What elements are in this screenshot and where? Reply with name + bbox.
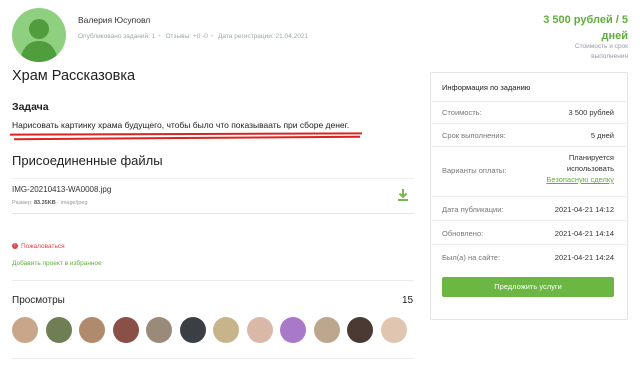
alert-icon: ! [12,243,18,250]
info-value-payment: Планируется использовать Безопасную сдел… [546,152,614,185]
user-stats: Опубликовано заданий: 1 • Отзывы: +0 -0 • … [78,33,309,40]
viewer-avatars [12,317,407,343]
viewer-avatar[interactable] [179,317,206,343]
file-meta: Размер: 83.35KB · image/jpeg [12,200,88,206]
info-label-last-seen: Был(а) на сайте: [442,253,501,262]
info-value-term: 5 дней [590,131,614,140]
red-underline-1 [9,132,363,136]
divider [432,123,626,124]
viewer-avatar[interactable] [12,317,38,343]
info-label-term: Срок выполнения: [442,131,506,140]
stat-value: 21.04.2021 [275,33,309,40]
info-label-payment: Варианты оплаты: [442,166,507,175]
offer-services-button[interactable]: Предложить услуги [442,277,614,297]
info-label-cost: Стоимость: [442,108,482,117]
viewer-avatar[interactable] [213,317,239,343]
viewer-avatar[interactable] [79,317,105,343]
safe-deal-link[interactable]: Безопасную сделку [546,174,614,185]
divider [432,220,626,221]
viewer-avatar[interactable] [246,317,273,343]
add-favorite-link[interactable]: Добавить проект в избранное [12,260,102,267]
info-label-updated: Обновлено: [442,229,484,238]
price-caption-line2: выполнения [591,53,628,60]
info-value-updated: 2021-04-21 14:14 [554,229,614,238]
file-type: image/jpeg [60,200,88,206]
payment-line2: использовать [566,164,614,173]
stat-label: Дата регистрации: [218,33,274,40]
task-text: Нарисовать картинку храма будущего, чтоб… [12,120,350,130]
stat-label: Отзывы: [165,33,192,40]
file-item: IMG-20210413-WA0008.jpg Размер: 83.35KB … [12,178,414,214]
info-value-last-seen: 2021-04-21 14:24 [554,253,614,262]
viewer-avatar[interactable] [380,317,407,343]
views-count: 15 [402,295,414,306]
file-size-label: Размер: [12,200,33,206]
divider [12,280,414,281]
price-value: 3 500 рублей / 5 [543,14,628,26]
info-panel-title: Информация по заданию [442,83,531,92]
price-header: 3 500 рублей / 5 дней [508,12,628,44]
user-silhouette-icon [20,19,58,62]
user-avatar[interactable] [12,8,66,62]
user-name[interactable]: Валерия Юсуповл [78,15,150,25]
divider [432,101,626,102]
payment-line1: Планируется [568,153,614,162]
task-heading: Задача [12,101,49,113]
price-caption: Стоимость и срок выполнения [548,42,628,62]
file-name-link[interactable]: IMG-20210413-WA0008.jpg [12,185,111,194]
page-title: Храм Рассказовка [12,68,136,84]
files-heading: Присоединенные файлы [12,153,163,168]
viewer-avatar[interactable] [313,317,340,343]
info-label-published: Дата публикации: [442,205,504,214]
viewer-avatar[interactable] [347,317,373,343]
divider [432,146,626,147]
viewer-avatar[interactable] [146,317,172,343]
file-size: 83.35KB [33,200,56,206]
price-caption-line1: Стоимость и срок [574,43,628,50]
red-underline-2 [13,135,361,140]
stat-value: 1 [151,33,156,40]
complain-link[interactable]: ! Пожаловаться [12,243,65,250]
info-value-published: 2021-04-21 14:12 [554,205,614,214]
divider [432,196,626,197]
divider [432,244,626,245]
info-value-cost: 3 500 рублей [568,108,614,117]
divider [12,358,414,359]
stat-value: +0 -0 [192,33,208,40]
viewer-avatar[interactable] [112,317,139,343]
stat-label: Опубликовано заданий: [78,33,150,40]
views-heading: Просмотры [12,295,65,306]
complain-label: Пожаловаться [21,243,65,250]
viewer-avatar[interactable] [280,317,306,343]
download-icon[interactable] [396,188,410,202]
viewer-avatar[interactable] [45,317,72,343]
